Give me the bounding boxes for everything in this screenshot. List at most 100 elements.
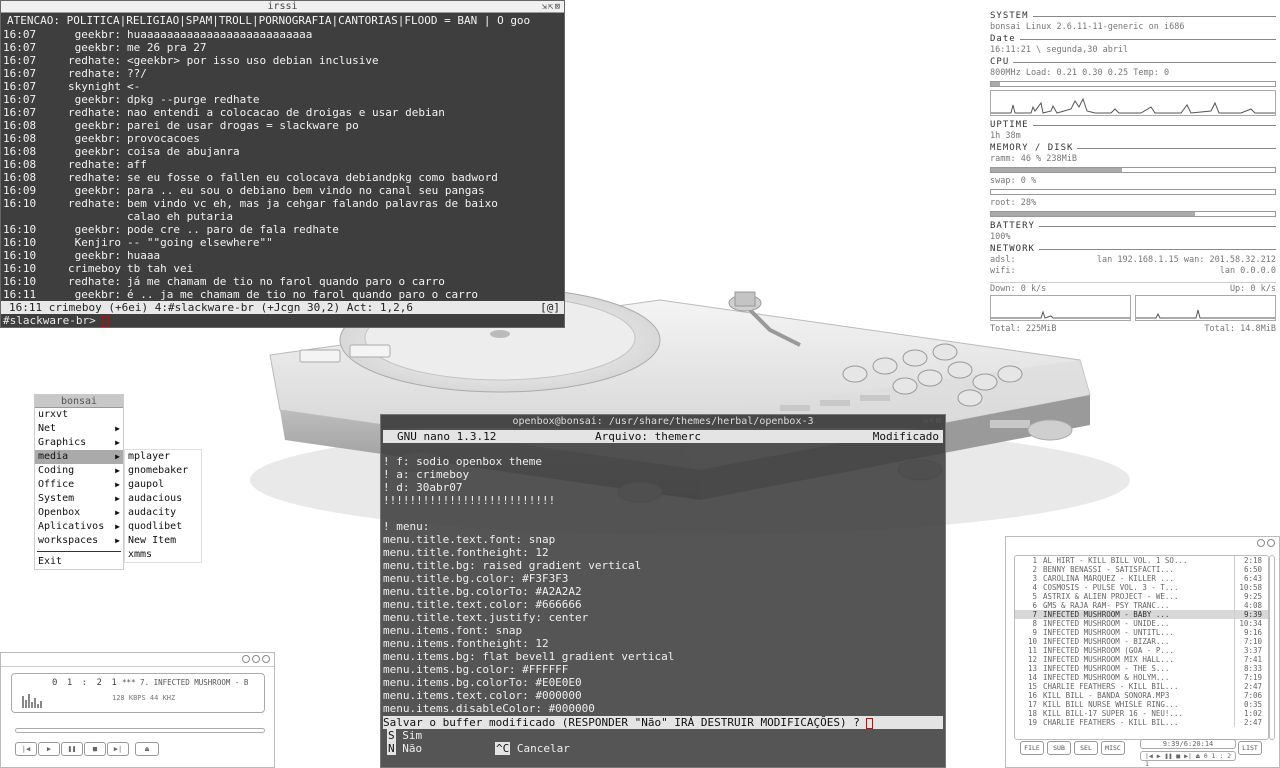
playlist-row[interactable]: 9 INFECTED MUSHROOM - UNTITL... 9:16 <box>1015 628 1268 637</box>
submenu-arrow-icon: ▶ <box>115 466 120 475</box>
uptime-heading: UPTIME <box>990 119 1276 131</box>
menu-item-net[interactable]: Net ▶ <box>35 422 123 436</box>
code-line: menu.items.font: snap <box>383 624 523 637</box>
chat-nick: redhate: <box>68 171 121 184</box>
playlist-row[interactable]: 15 CHARLIE FEATHERS - KILL BIL... 2:47 <box>1015 682 1268 691</box>
ram-info: ramm: 46 % 238MiB <box>990 154 1077 164</box>
submenu-item-new-item[interactable]: New Item <box>125 534 201 548</box>
playlist-row[interactable]: 2 BENNY BENASSI - SATISFACTI... 6:50 <box>1015 565 1268 574</box>
code-line: menu.items.bg: flat bevel1 gradient vert… <box>383 650 675 663</box>
previous-button[interactable]: |◀ <box>15 742 37 756</box>
pause-button[interactable]: ❚❚ <box>61 742 83 756</box>
submenu-item-gaupol[interactable]: gaupol <box>125 478 201 492</box>
track-title: CHARLIE FEATHERS - KILL BIL... <box>1043 718 1179 727</box>
menu-item-office[interactable]: Office ▶ <box>35 478 123 492</box>
submenu-item-gnomebaker[interactable]: gnomebaker <box>125 464 201 478</box>
menu-item-media[interactable]: media ▶ <box>35 450 123 464</box>
sub-button[interactable]: SUB <box>1047 741 1071 755</box>
eject-button[interactable]: ⏏ <box>135 742 159 756</box>
swap-bar <box>990 189 1276 195</box>
irssi-window[interactable]: irssi ⇲⇱⊠ ATENCAO: POLITICA|RELIGIAO|SPA… <box>0 0 565 328</box>
file-button[interactable]: FILE <box>1020 741 1044 755</box>
playlist-row[interactable]: 11 INFECTED MUSHROOM (GOA - P... 3:37 <box>1015 646 1268 655</box>
audacious-player[interactable]: 0 1 : 2 1 *** 7. INFECTED MUSHROOM - B 1… <box>0 652 275 768</box>
player-controls[interactable]: |◀ ▶ ❚❚ ■ ▶| <box>15 742 129 756</box>
track-number: 4 <box>1032 583 1037 592</box>
playlist-row[interactable]: 18 KILL BILL-17 SUPER 16 - NEU!... 1:02 <box>1015 709 1268 718</box>
playlist-buttons[interactable]: FILE SUB SEL MISC <box>1020 741 1125 755</box>
nano-editor-text[interactable]: ! f: sodio openbox theme! a: crimeboy! d… <box>383 455 674 715</box>
chat-message: me 26 pra 27 <box>127 41 207 54</box>
playlist-row[interactable]: 12 INFECTED MUSHROOM MIX HALL... 7:41 <box>1015 655 1268 664</box>
cpu-graph <box>990 90 1276 116</box>
menu-item-workspaces[interactable]: workspaces ▶ <box>35 534 123 548</box>
chat-message: calao eh putaria <box>127 210 233 223</box>
playlist-row[interactable]: 1 AL HIRT - KILL BILL VOL. 1 SO... 2:18 <box>1015 556 1268 565</box>
submenu-item-audacity[interactable]: audacity <box>125 506 201 520</box>
playlist-row[interactable]: 16 KILL BILL - BANDA SONORA.MP3 7:06 <box>1015 691 1268 700</box>
chat-timestamp: 16:07 <box>3 28 37 41</box>
menu-item-coding[interactable]: Coding ▶ <box>35 464 123 478</box>
battery-info: 100% <box>990 232 1011 242</box>
next-button[interactable]: ▶| <box>107 742 129 756</box>
track-number: 5 <box>1032 592 1037 601</box>
menu-item-system[interactable]: System ▶ <box>35 492 123 506</box>
play-button[interactable]: ▶ <box>38 742 60 756</box>
irssi-input[interactable]: #slackware-br> <box>1 314 110 327</box>
menu-item-urxvt[interactable]: urxvt <box>35 408 123 422</box>
option-yes[interactable]: S Sim <box>387 729 422 742</box>
playlist-row[interactable]: 17 KILL BILL NURSE WHISLE RING... 0:35 <box>1015 700 1268 709</box>
track-title: GMS & RAJA RAM- PSY TRANC... <box>1043 601 1170 610</box>
playlist-titlebar[interactable] <box>1006 537 1279 551</box>
sel-button[interactable]: SEL <box>1074 741 1098 755</box>
playlist-tracks[interactable]: 1 AL HIRT - KILL BILL VOL. 1 SO... 2:18 2 BE… <box>1014 555 1269 740</box>
irssi-titlebar[interactable]: irssi ⇲⇱⊠ <box>1 1 564 13</box>
chat-message: tb tah vei <box>127 262 194 275</box>
playlist-window[interactable]: 1 AL HIRT - KILL BILL VOL. 1 SO... 2:18 2 BE… <box>1005 536 1280 768</box>
list-button[interactable]: LIST <box>1238 741 1262 755</box>
mini-controls[interactable]: |◀ ▶ ❚❚ ■ ▶| ⏏ 0 1 : 2 1 <box>1140 751 1236 768</box>
openbox-menu[interactable]: bonsai urxvt Net ▶ Graphics ▶ media ▶ Coding ▶ Of… <box>34 394 124 570</box>
playlist-row[interactable]: 10 INFECTED MUSHROOM - BIZAR... 7:10 <box>1015 637 1268 646</box>
playlist-row[interactable]: 13 INFECTED MUSHROOM - THE S... 8:33 <box>1015 664 1268 673</box>
submenu-item-mplayer[interactable]: mplayer <box>125 450 201 464</box>
player-titlebar[interactable] <box>1 653 274 667</box>
playlist-row[interactable]: 7 INFECTED MUSHROOM - BABY ... 9:39 <box>1015 610 1268 619</box>
playlist-row[interactable]: 14 INFECTED MUSHROOM & HOLYM... 7:19 <box>1015 673 1268 682</box>
nano-terminal-window[interactable]: openbox@bonsai: /usr/share/themes/herbal… <box>380 414 946 768</box>
terminal-titlebar[interactable]: openbox@bonsai: /usr/share/themes/herbal… <box>381 415 945 428</box>
stop-button[interactable]: ■ <box>84 742 106 756</box>
media-submenu[interactable]: mplayer gnomebaker gaupol audacious audacity… <box>124 449 202 563</box>
option-cancel[interactable]: ^C Cancelar <box>495 742 570 755</box>
submenu-item-quodlibet[interactable]: quodlibet <box>125 520 201 534</box>
playlist-row[interactable]: 3 CAROLINA MARQUEZ - KILLER ... 6:43 <box>1015 574 1268 583</box>
playlist-row[interactable]: 6 GMS & RAJA RAM- PSY TRANC... 4:08 <box>1015 601 1268 610</box>
menu-item-exit[interactable]: Exit <box>35 555 123 569</box>
playlist-window-buttons[interactable] <box>1257 539 1275 547</box>
playlist-row[interactable]: 8 INFECTED MUSHROOM - UNIDE... 10:34 <box>1015 619 1268 628</box>
seek-bar[interactable] <box>15 728 265 733</box>
chat-line: 16:10 geekbr: pode cre .. paro de fala red… <box>3 223 564 236</box>
window-buttons-icon[interactable]: ⇲⇱⊠ <box>923 415 942 428</box>
chat-line: 16:10 redhate: bem vindo vc eh, mas ja ceh… <box>3 197 564 210</box>
submenu-item-audacious[interactable]: audacious <box>125 492 201 506</box>
chat-timestamp <box>3 210 49 223</box>
playlist-row[interactable]: 4 COSMOSIS - PULSE VOL. 3 - T... 10:58 <box>1015 583 1268 592</box>
misc-button[interactable]: MISC <box>1101 741 1125 755</box>
player-window-buttons[interactable] <box>242 655 270 663</box>
track-duration: 1:02 <box>1234 709 1268 718</box>
track-title: CAROLINA MARQUEZ - KILLER ... <box>1043 574 1174 583</box>
track-duration: 2:47 <box>1234 682 1268 691</box>
playlist-scrollbar[interactable] <box>1269 555 1275 740</box>
chat-timestamp: 16:07 <box>3 54 37 67</box>
menu-item-aplicativos[interactable]: Aplicativos ▶ <box>35 520 123 534</box>
menu-item-openbox[interactable]: Openbox ▶ <box>35 506 123 520</box>
menu-item-graphics[interactable]: Graphics ▶ <box>35 436 123 450</box>
window-buttons-icon[interactable]: ⇲⇱⊠ <box>542 1 561 13</box>
chat-timestamp: 16:08 <box>3 158 37 171</box>
option-no[interactable]: N Não <box>387 742 422 755</box>
playlist-row[interactable]: 19 CHARLIE FEATHERS - KILL BIL... 2:47 <box>1015 718 1268 727</box>
playlist-row[interactable]: 5 ASTRIX & ALIEN PROJECT - WE... 9:25 <box>1015 592 1268 601</box>
track-number: 12 <box>1027 655 1037 664</box>
submenu-item-xmms[interactable]: xmms <box>125 548 201 562</box>
